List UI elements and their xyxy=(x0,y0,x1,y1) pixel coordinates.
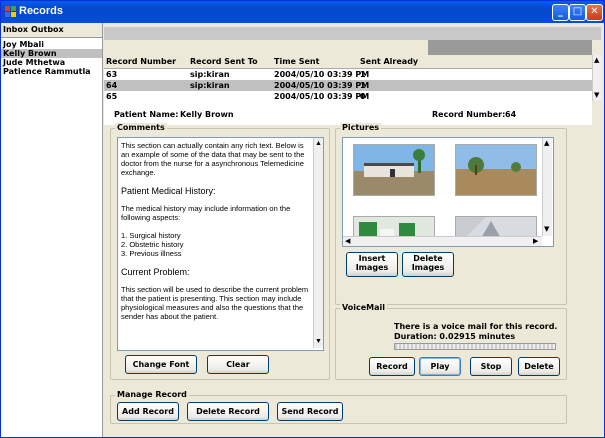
col-record-sent-to[interactable]: Record Sent To xyxy=(190,57,258,66)
table-row[interactable]: 63 sip:kiran 2004/05/10 03:39 PM 1 xyxy=(104,69,592,80)
pictures-vscroll[interactable]: ▲ ▼ xyxy=(542,138,552,236)
records-app-icon xyxy=(5,6,16,17)
clinic-building-photo[interactable] xyxy=(353,144,435,196)
cell-number: 65 xyxy=(106,92,118,101)
delete-images-label-1: Delete xyxy=(413,254,443,263)
delete-record-button[interactable]: Delete Record xyxy=(187,402,269,421)
mailbox-tabs: Inbox Outbox xyxy=(1,23,102,38)
comment-heading: Patient Medical History: xyxy=(121,186,216,196)
comment-paragraph: The medical history may include informat… xyxy=(121,204,291,222)
comments-scrollbar[interactable]: ▲ ▼ xyxy=(313,138,323,348)
insert-images-label-1: Insert xyxy=(358,254,386,263)
delete-images-button[interactable]: Delete Images xyxy=(402,252,454,277)
scroll-down-icon[interactable]: ▼ xyxy=(544,226,549,233)
cell-sent: 1 xyxy=(360,81,366,90)
pictures-hscroll[interactable]: ◀ ▶ xyxy=(343,236,542,246)
window-title: Records xyxy=(19,5,64,17)
comment-list-item: 2. Obstetric history xyxy=(121,240,184,249)
cell-sent: 1 xyxy=(360,70,366,79)
cell-number: 64 xyxy=(106,81,118,90)
table-scrollbar[interactable]: ▲ ▼ xyxy=(592,55,602,101)
manage-record-title: Manage Record xyxy=(115,390,189,399)
scroll-left-icon[interactable]: ◀ xyxy=(345,238,350,245)
manage-record-group: Manage Record Add Record Delete Record S… xyxy=(110,390,567,424)
cell-to: sip:kiran xyxy=(190,81,230,90)
record-panel: Record Number Record Sent To Time Sent S… xyxy=(104,23,604,437)
pictures-viewer[interactable]: ▲ ▼ ◀ ▶ xyxy=(342,137,554,247)
col-sent-already[interactable]: Sent Already xyxy=(360,57,418,66)
cell-to: sip:kiran xyxy=(190,70,230,79)
delete-images-label-2: Images xyxy=(411,263,445,272)
scroll-up-icon[interactable]: ▲ xyxy=(544,140,549,147)
maximize-button[interactable]: □ xyxy=(569,4,586,21)
landscape-photo[interactable] xyxy=(455,144,537,196)
voicemail-status: There is a voice mail for this record. xyxy=(394,322,558,331)
comments-group: Comments This section can actually conta… xyxy=(110,123,330,380)
send-record-button[interactable]: Send Record xyxy=(277,402,343,421)
minimize-button[interactable]: _ xyxy=(552,4,569,21)
insert-images-button[interactable]: Insert Images xyxy=(346,252,398,277)
tab-outbox[interactable]: Outbox xyxy=(31,25,64,34)
change-font-button[interactable]: Change Font xyxy=(125,355,197,374)
pictures-group: Pictures ▲ ▼ ◀ ▶ Insert Images Delete Im… xyxy=(335,123,567,305)
patient-panel: Inbox Outbox Joy Mbali Kelly Brown Jude … xyxy=(1,23,103,437)
comments-title: Comments xyxy=(115,123,167,132)
record-number-value: 64 xyxy=(505,110,517,119)
scroll-down-icon[interactable]: ▼ xyxy=(315,338,322,345)
scroll-down-icon[interactable]: ▼ xyxy=(594,92,599,99)
record-button[interactable]: Record xyxy=(369,357,415,376)
minimize-icon: _ xyxy=(558,6,563,17)
add-record-button[interactable]: Add Record xyxy=(117,402,179,421)
scroll-right-icon[interactable]: ▶ xyxy=(533,238,538,245)
cell-time: 2004/05/10 03:39 PM xyxy=(274,81,370,90)
comment-list-item: 3. Previous illness xyxy=(121,249,182,258)
comment-paragraph: This section can actually contain any ri… xyxy=(121,141,305,177)
col-record-number[interactable]: Record Number xyxy=(106,57,176,66)
clear-button[interactable]: Clear xyxy=(207,355,269,374)
insert-images-label-2: Images xyxy=(355,263,389,272)
voicemail-title: VoiceMail xyxy=(340,303,388,312)
comment-paragraph: This section will be used to describe th… xyxy=(121,285,309,321)
close-button[interactable]: ✕ xyxy=(586,4,603,21)
table-row-selected[interactable]: 64 sip:kiran 2004/05/10 03:39 PM 1 xyxy=(104,80,592,91)
table-header: Record Number Record Sent To Time Sent S… xyxy=(104,55,592,69)
record-number-label: Record Number: xyxy=(432,110,506,119)
patient-item[interactable]: Patience Rammutla xyxy=(1,67,102,76)
comments-textarea[interactable]: This section can actually contain any ri… xyxy=(117,137,324,351)
title-bar[interactable]: Records _ □ ✕ xyxy=(1,1,604,23)
table-row[interactable]: 65 2004/05/10 03:39 PM 0 xyxy=(104,91,592,102)
voicemail-progress-bar xyxy=(394,343,556,350)
patient-item-selected[interactable]: Kelly Brown xyxy=(1,49,102,58)
close-icon: ✕ xyxy=(590,6,599,17)
stop-button[interactable]: Stop xyxy=(470,357,512,376)
pictures-title: Pictures xyxy=(340,123,381,132)
comment-list-item: 1. Surgical history xyxy=(121,231,181,240)
maximize-icon: □ xyxy=(572,6,583,17)
patient-name-value: Kelly Brown xyxy=(180,110,234,119)
cell-sent: 0 xyxy=(360,92,366,101)
patient-list: Joy Mbali Kelly Brown Jude Mthetwa Patie… xyxy=(1,40,102,76)
cell-number: 63 xyxy=(106,70,118,79)
scroll-up-icon[interactable]: ▲ xyxy=(594,57,599,64)
patient-name-label: Patient Name: xyxy=(114,110,179,119)
records-window: Records _ □ ✕ Inbox Outbox Joy Mbali Kel… xyxy=(0,0,605,438)
col-time-sent[interactable]: Time Sent xyxy=(274,57,319,66)
scroll-up-icon[interactable]: ▲ xyxy=(315,140,322,147)
header-strip xyxy=(104,27,601,40)
cell-time: 2004/05/10 03:39 PM xyxy=(274,92,370,101)
voicemail-group: VoiceMail There is a voice mail for this… xyxy=(335,303,567,380)
cell-time: 2004/05/10 03:39 PM xyxy=(274,70,370,79)
delete-voicemail-button[interactable]: Delete xyxy=(518,357,560,376)
patient-item[interactable]: Jude Mthetwa xyxy=(1,58,102,67)
voicemail-duration: Duration: 0.02915 minutes xyxy=(394,332,516,341)
comment-heading: Current Problem: xyxy=(121,267,190,277)
patient-item[interactable]: Joy Mbali xyxy=(1,40,102,49)
play-button[interactable]: Play xyxy=(419,357,461,376)
tab-inbox[interactable]: Inbox xyxy=(3,25,28,34)
